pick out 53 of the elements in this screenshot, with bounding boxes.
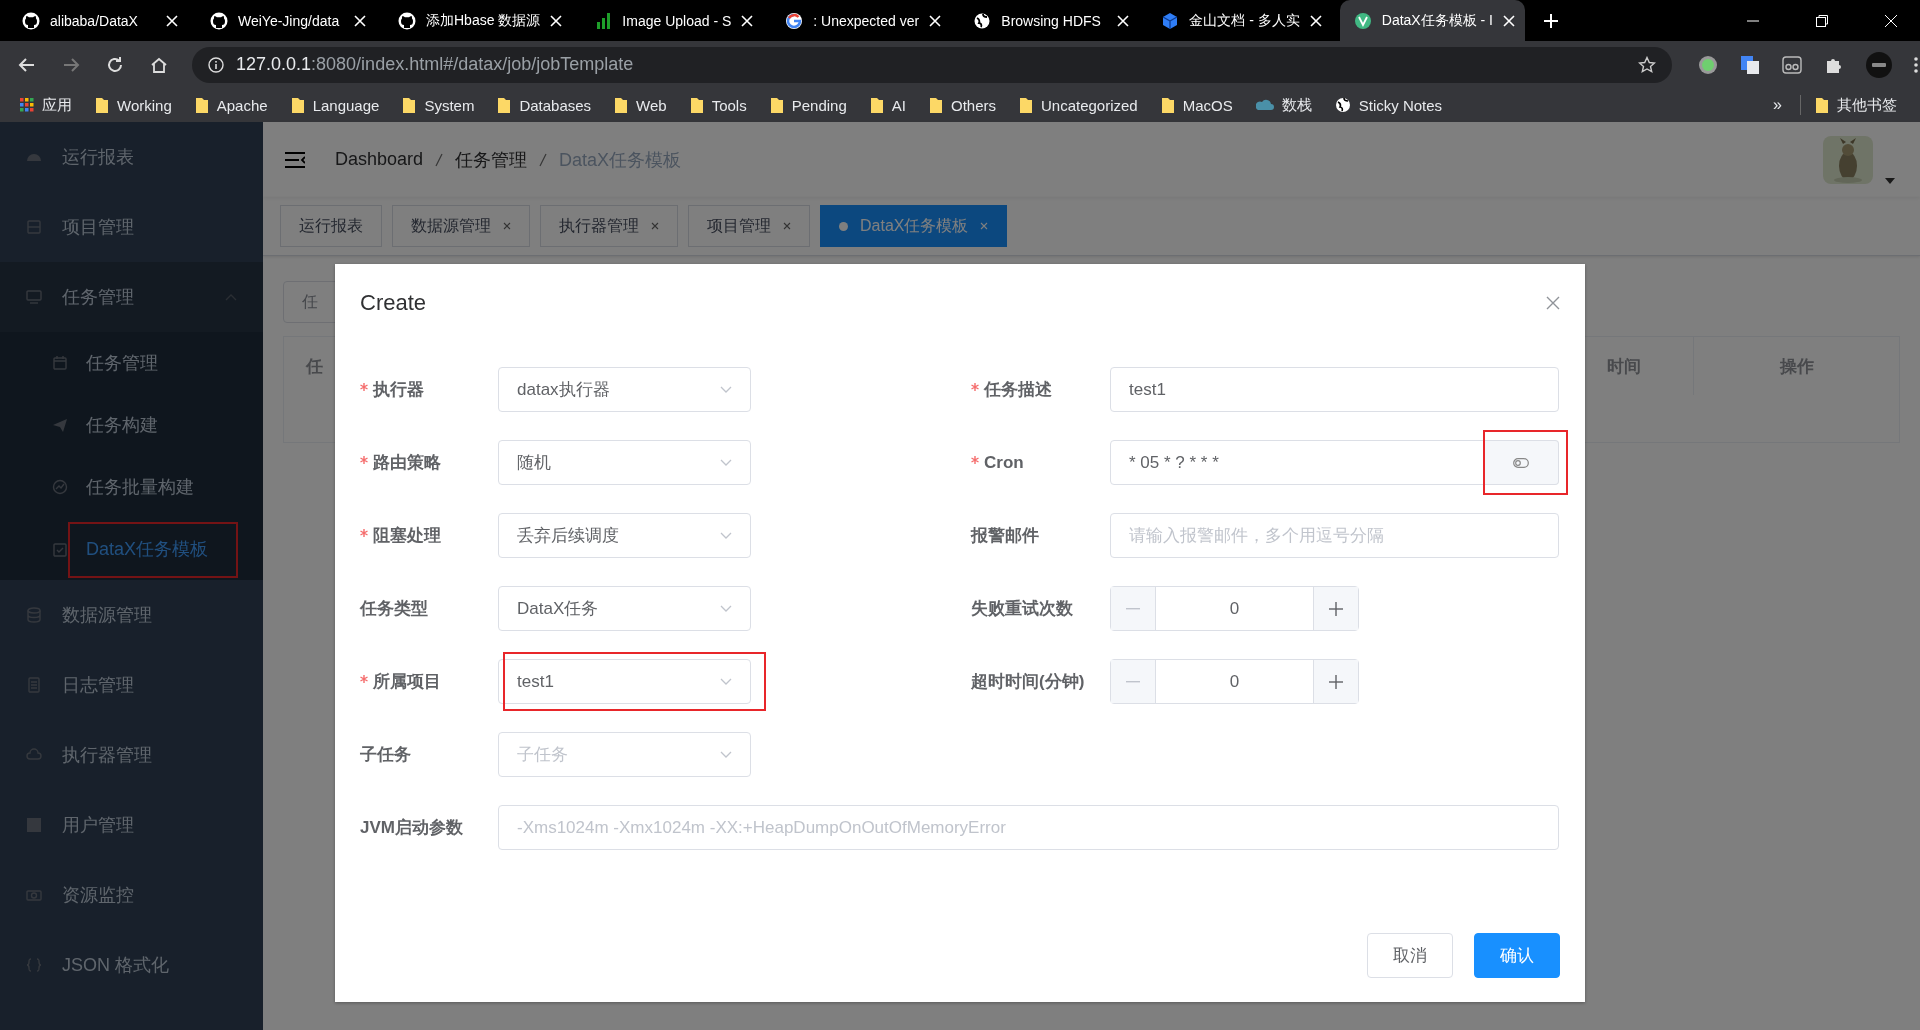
bookmark[interactable]: 应用: [20, 95, 72, 115]
bookmark[interactable]: Others: [928, 96, 996, 114]
bookmark[interactable]: Working: [95, 96, 172, 114]
browser-tab[interactable]: : Unexpected ver: [771, 0, 952, 41]
field-label: Cron: [971, 452, 1110, 473]
select-field[interactable]: 随机: [498, 440, 751, 485]
view-tag[interactable]: 执行器管理: [540, 205, 678, 247]
cancel-button[interactable]: 取消: [1367, 933, 1453, 978]
field-label: 子任务: [360, 744, 412, 766]
address-bar[interactable]: 127.0.0.1:8080/index.html#/datax/job/jobTemplate: [192, 46, 1672, 83]
bookmark[interactable]: Tools: [689, 96, 747, 114]
select-field[interactable]: 丢弃后续调度: [498, 513, 751, 558]
field-label: 路由策略: [360, 451, 498, 474]
bookmark[interactable]: Apache: [194, 96, 268, 114]
field-label: 阻塞处理: [360, 524, 498, 547]
field-label: 执行器: [360, 378, 498, 401]
select-field[interactable]: datax执行器: [498, 367, 751, 412]
bookmark[interactable]: Sticky Notes: [1334, 96, 1443, 114]
field-label: 任务类型: [360, 598, 429, 620]
view-tag[interactable]: 运行报表: [280, 205, 382, 247]
bookmark[interactable]: AI: [869, 96, 906, 114]
browser-tab[interactable]: WeiYe-Jing/data: [196, 0, 376, 41]
browser-tab[interactable]: alibaba/DataX: [8, 0, 188, 41]
dialog-title: Create: [360, 290, 427, 316]
field-label: 报警邮件: [971, 525, 1040, 547]
browser-tab[interactable]: 金山文档 - 多人实: [1147, 0, 1332, 41]
bookmark[interactable]: Pending: [769, 96, 847, 114]
view-tag[interactable]: 数据源管理: [392, 205, 530, 247]
select-field[interactable]: DataX任务: [498, 586, 751, 631]
cron-field[interactable]: * 05 * ? * * *: [1110, 440, 1484, 485]
bookmark[interactable]: 其他书签: [1815, 95, 1897, 115]
field-label: 失败重试次数: [971, 598, 1074, 620]
bookmarks-overflow[interactable]: »: [1773, 96, 1782, 114]
bookmark[interactable]: 数栈: [1255, 95, 1312, 115]
breadcrumb-item[interactable]: Dashboard: [335, 149, 424, 170]
view-tag[interactable]: 项目管理: [688, 205, 810, 247]
field-label: 所属项目: [360, 670, 498, 693]
bookmark[interactable]: Language: [290, 96, 380, 114]
input-field[interactable]: test1: [1110, 367, 1559, 412]
browser-tab[interactable]: Browsing HDFS: [959, 0, 1140, 41]
bookmark[interactable]: MacOS: [1160, 96, 1233, 114]
field-label: JVM启动参数: [360, 817, 464, 839]
select-field[interactable]: test1: [498, 659, 751, 704]
browser-tab[interactable]: DataX任务模板 - I: [1339, 0, 1525, 41]
breadcrumb-item[interactable]: 任务管理: [455, 147, 528, 172]
bookmark[interactable]: System: [402, 96, 475, 114]
bookmark[interactable]: Uncategorized: [1019, 96, 1138, 114]
browser-tab[interactable]: Image Upload - S: [580, 0, 764, 41]
browser-tab[interactable]: 添加Hbase 数据源: [384, 0, 573, 41]
field-label: 超时时间(分钟): [971, 671, 1086, 693]
field-label: 任务描述: [971, 378, 1110, 401]
bookmark[interactable]: Databases: [497, 96, 592, 114]
bookmark[interactable]: Web: [614, 96, 667, 114]
